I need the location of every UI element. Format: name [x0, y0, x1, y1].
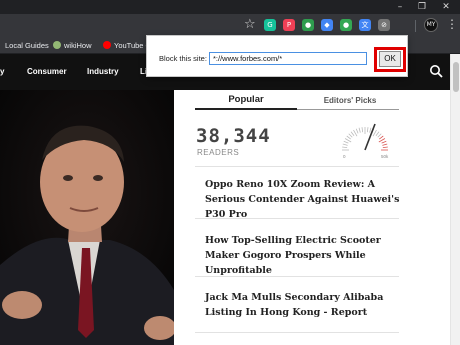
window-title-bar: – ❐ ✕ [0, 0, 460, 14]
gauge-tick [350, 131, 355, 136]
gauge-tick [382, 146, 388, 149]
gauge-tick [379, 135, 384, 140]
gauge-tick [342, 143, 348, 146]
toolbar-divider [415, 20, 416, 32]
close-window-button[interactable]: ✕ [434, 0, 458, 14]
gauge-tick [348, 133, 353, 138]
minimize-button[interactable]: – [388, 0, 412, 14]
gauge-tick [358, 127, 361, 133]
tab-active-indicator [195, 108, 297, 110]
gauge-tick [382, 143, 388, 146]
article-link-1[interactable]: Oppo Reno 10X Zoom Review: A Serious Con… [205, 177, 405, 222]
block-site-popup: Block this site: OK [146, 35, 408, 77]
grammarly-icon[interactable]: G [264, 19, 276, 31]
nav-item-consumer[interactable]: Consumer [27, 67, 67, 76]
tab-editors-picks[interactable]: Editors' Picks [300, 96, 400, 105]
menu-icon[interactable]: ⋮ [446, 17, 458, 31]
block-site-icon[interactable]: ⊘ [378, 19, 390, 31]
bookmark-local-guides[interactable]: Local Guides [5, 40, 49, 52]
gauge-tick [355, 128, 359, 134]
translate-extension-icon[interactable]: 文 [359, 19, 371, 31]
divider [195, 276, 399, 277]
nav-item-industry[interactable]: Industry [87, 67, 119, 76]
gauge-tick [375, 131, 380, 136]
person-photo [0, 90, 174, 345]
blue-extension-icon[interactable]: ◆ [321, 19, 333, 31]
block-site-label: Block this site: [159, 54, 207, 63]
divider [195, 218, 399, 219]
article-hero-image[interactable] [0, 90, 174, 345]
gauge-tick [342, 146, 348, 149]
chat-extension-icon[interactable]: ● [340, 19, 352, 31]
bookmark-star-icon[interactable]: ☆ [244, 17, 256, 32]
bookmark-wikihow[interactable]: wikiHow [53, 40, 92, 52]
pocket-icon[interactable]: P [283, 19, 295, 31]
gauge-tick [361, 127, 364, 133]
divider [195, 332, 399, 333]
popular-sidebar: Popular Editors' Picks 38,344 READERS 0 … [180, 90, 450, 345]
article-link-3[interactable]: Jack Ma Mulls Secondary Alibaba Listing … [205, 290, 405, 320]
gauge-tick [343, 140, 349, 144]
gauge-tick [346, 135, 351, 140]
tab-popular[interactable]: Popular [195, 94, 297, 105]
readers-count: 38,344 [196, 125, 271, 147]
ok-button[interactable]: OK [379, 51, 401, 67]
gauge-max-label: 50k [381, 154, 389, 159]
search-icon[interactable] [429, 64, 443, 78]
readers-label: READERS [197, 148, 240, 157]
scrollbar-thumb[interactable] [453, 62, 459, 92]
gauge-tick [381, 140, 387, 144]
restore-button[interactable]: ❐ [410, 0, 434, 14]
divider [195, 166, 399, 167]
gauge-min-label: 0 [343, 154, 346, 159]
youtube-icon [103, 41, 111, 49]
nav-menu-icon[interactable]: y [0, 67, 4, 76]
wikihow-icon [53, 41, 61, 49]
bookmark-label: Local Guides [5, 41, 49, 50]
page-scrollbar[interactable] [450, 54, 460, 345]
profile-avatar[interactable]: MY [424, 18, 438, 32]
bookmark-label: wikiHow [64, 41, 92, 50]
gauge-tick [377, 133, 382, 138]
article-link-2[interactable]: How Top-Selling Electric Scooter Maker G… [205, 233, 405, 278]
gauge-tick [369, 127, 372, 133]
readers-gauge: 0 50k [342, 123, 389, 159]
block-site-input[interactable] [209, 52, 367, 65]
gauge-tick [366, 127, 369, 133]
green-extension-icon[interactable]: ● [302, 19, 314, 31]
bookmark-youtube[interactable]: YouTube C [103, 40, 151, 52]
